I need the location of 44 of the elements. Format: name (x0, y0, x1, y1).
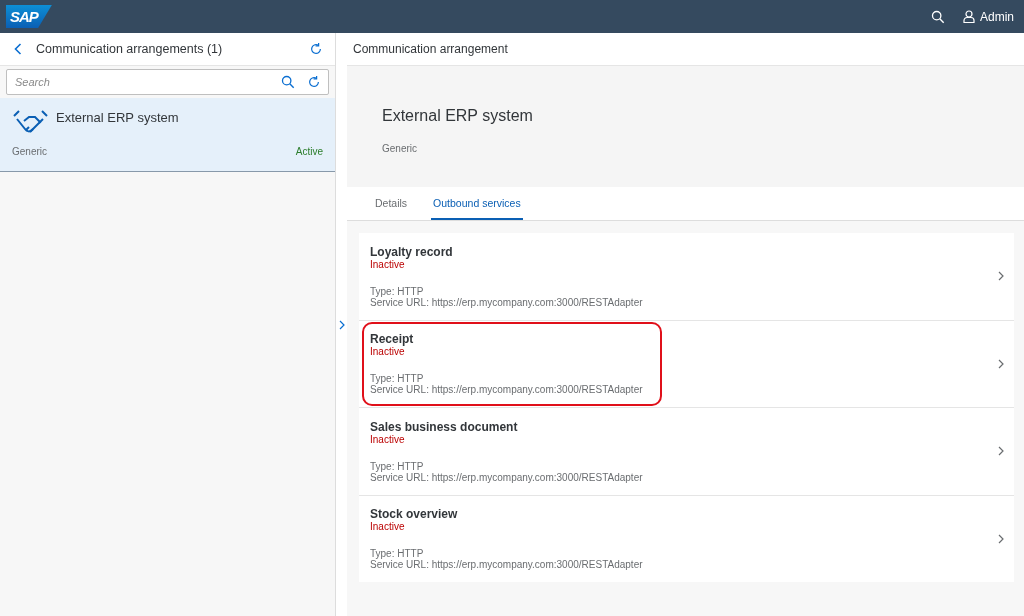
service-type: Type: HTTP (370, 285, 425, 297)
user-name[interactable]: Admin (980, 9, 1014, 24)
chevron-right-icon (998, 533, 1004, 544)
service-type: Type: HTTP (370, 548, 424, 560)
service-item[interactable]: Stock overview Inactive Type: HTTP Service URL: https://erp.mycompany.com:3000/RESTAdapter (359, 495, 1014, 582)
back-icon[interactable] (14, 43, 22, 55)
status-text: Inactive (370, 433, 406, 445)
service-item[interactable]: Loyalty record Inactive Type: HTTP Service URL: https://erp.mycompany.com:3000/RESTAdapter (359, 233, 1014, 320)
sap-logo[interactable]: SAP (6, 5, 52, 28)
user-icon[interactable] (963, 10, 975, 23)
service-type: Type: HTTP (370, 460, 425, 472)
service-title: Stock overview (370, 507, 459, 522)
expand-icon[interactable] (338, 319, 345, 330)
object-subtitle: Generic (382, 143, 418, 154)
status-text: Inactive (370, 521, 406, 533)
service-title: Sales business document (370, 419, 519, 434)
service-title: Receipt (370, 332, 415, 347)
list-item[interactable]: External ERP system Generic Active (0, 98, 335, 172)
tab[interactable]: Details (373, 187, 410, 220)
service-url: Service URL: https://erp.mycompany.com:3000/RESTAdapter (370, 471, 644, 483)
chevron-right-icon (998, 358, 1004, 369)
service-url: Service URL: https://erp.mycompany.com:3000/RESTAdapter (370, 384, 644, 396)
status-text: Active (295, 146, 323, 157)
status-text: Inactive (370, 346, 406, 358)
chevron-right-icon (998, 446, 1004, 457)
page-title: Communication arrangement (347, 33, 1024, 66)
tab[interactable]: Outbound services (431, 187, 523, 220)
item-title: External ERP system (56, 109, 180, 127)
chevron-right-icon (998, 271, 1004, 282)
service-item[interactable]: Receipt Inactive Type: HTTP Service URL: https://erp.mycompany.com:3000/RESTAdapter (359, 320, 1014, 407)
status-text: Inactive (370, 258, 405, 270)
service-item[interactable]: Sales business document Inactive Type: HTTP Service URL: https://erp.mycompany.com:3000/RESTAdapter (359, 408, 1014, 495)
search-icon[interactable] (931, 9, 945, 24)
service-url: Service URL: https://erp.mycompany.com:3000/RESTAdapter (370, 296, 644, 308)
refresh-icon[interactable] (309, 42, 323, 56)
service-type: Type: HTTP (370, 373, 424, 385)
object-title: External ERP system (382, 107, 534, 125)
search-field[interactable]: Search (6, 69, 329, 95)
refresh-icon[interactable] (307, 75, 321, 89)
list-title: Communication arrangements (1) (36, 42, 224, 56)
service-title: Loyalty record (370, 244, 454, 259)
item-subtitle: Generic (12, 146, 47, 157)
search-icon[interactable] (281, 75, 295, 89)
service-url: Service URL: https://erp.mycompany.com:3000/RESTAdapter (370, 559, 644, 571)
